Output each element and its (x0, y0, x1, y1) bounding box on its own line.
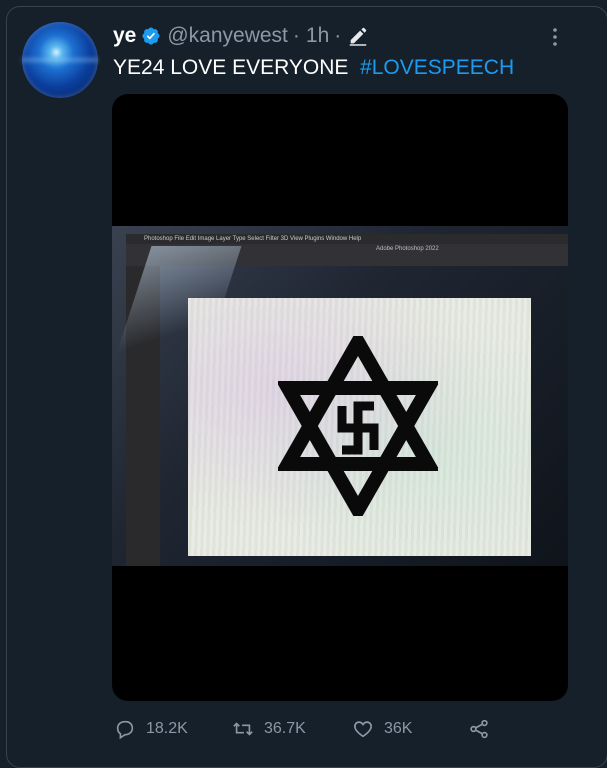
display-name[interactable]: ye (113, 24, 136, 48)
reply-icon (116, 720, 134, 740)
tweet-header: ye @kanyewest · 1h · (113, 22, 369, 50)
timestamp[interactable]: 1h (306, 24, 329, 48)
pencil-icon (347, 25, 369, 47)
tweet-actions: 18.2K 36.7K 36K (0, 714, 607, 742)
handle[interactable]: @kanyewest (167, 24, 288, 48)
retweet-count: 36.7K (264, 720, 306, 737)
avatar[interactable] (22, 22, 98, 98)
tweet-image[interactable]: Photoshop File Edit Image Layer Type Sel… (112, 94, 568, 701)
hashtag-link[interactable]: #LOVESPEECH (360, 56, 514, 79)
star-symbol-graphic (278, 336, 438, 516)
separator: · (334, 24, 342, 47)
retweet-button[interactable]: 36.7K (232, 718, 306, 740)
photoshop-title: Adobe Photoshop 2022 (376, 246, 439, 252)
heart-icon (354, 721, 372, 738)
more-icon[interactable] (548, 26, 562, 48)
photoshop-menu-text: Photoshop File Edit Image Layer Type Sel… (144, 236, 362, 242)
photoshop-menubar: Photoshop File Edit Image Layer Type Sel… (126, 234, 568, 244)
tweet-text-main: YE24 LOVE EVERYONE (113, 56, 349, 79)
retweet-icon (233, 722, 253, 736)
like-button[interactable]: 36K (352, 718, 412, 740)
verified-badge-icon (141, 26, 161, 46)
tweet-text: YE24 LOVE EVERYONE #LOVESPEECH (113, 56, 514, 80)
reply-count: 18.2K (146, 720, 188, 737)
reply-button[interactable]: 18.2K (114, 718, 188, 740)
share-button[interactable] (468, 718, 500, 740)
like-count: 36K (384, 720, 413, 737)
separator: · (292, 24, 300, 47)
share-icon (470, 719, 488, 739)
laptop-screen-photo: Photoshop File Edit Image Layer Type Sel… (112, 226, 568, 566)
